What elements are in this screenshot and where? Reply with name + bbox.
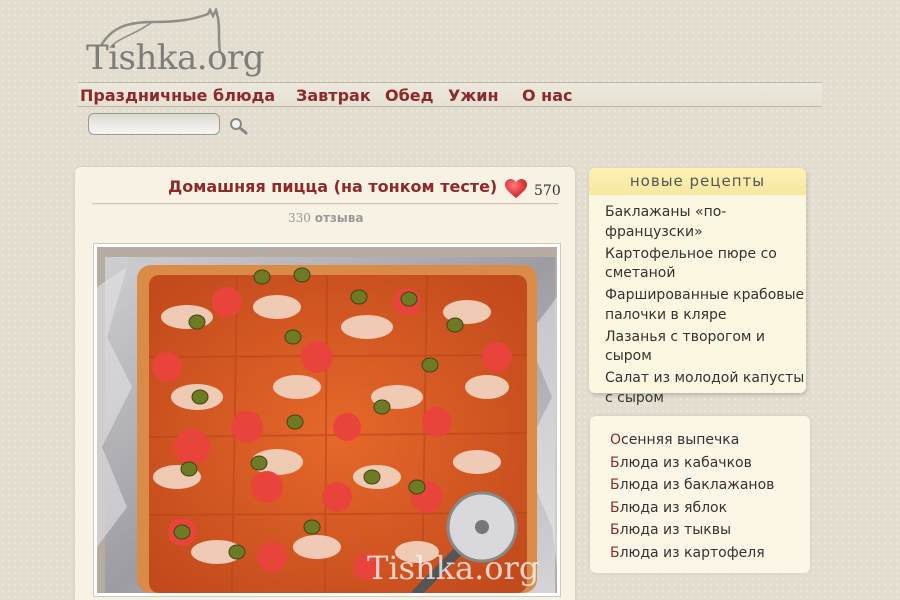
new-recipes-heading: новые рецепты: [589, 168, 806, 195]
nav-item-breakfast[interactable]: Завтрак: [296, 86, 371, 105]
category-item[interactable]: Блюда из кабачков: [610, 452, 800, 475]
category-item[interactable]: Осенняя выпечка: [610, 429, 800, 452]
new-recipe-item[interactable]: Фаршированные крабовые палочки в кляре: [605, 286, 805, 325]
heart-icon[interactable]: [505, 179, 527, 199]
reviews-link[interactable]: 330 отзыва: [288, 211, 363, 225]
reviews-label: отзыва: [314, 211, 364, 225]
logo-text: Tishka.org: [86, 38, 265, 78]
new-recipes-list: Баклажаны «по-французски» Картофельное п…: [605, 203, 805, 411]
main-nav: Праздничные блюда Завтрак Обед Ужин О на…: [78, 82, 822, 107]
new-recipe-item[interactable]: Салат из молодой капусты с сыром: [605, 369, 805, 408]
nav-item-about[interactable]: О нас: [522, 86, 573, 105]
nav-item-dinner[interactable]: Ужин: [448, 86, 499, 105]
title-divider: [92, 203, 558, 205]
new-recipe-item[interactable]: Лазанья с творогом и сыром: [605, 328, 805, 367]
categories-list: Осенняя выпечка Блюда из кабачков Блюда …: [610, 429, 800, 564]
reviews-count: 330: [288, 211, 311, 225]
photo-watermark: Tishka.org: [367, 549, 539, 587]
pizza-photo: Tishka.org: [97, 247, 557, 598]
nav-item-lunch[interactable]: Обед: [385, 86, 434, 105]
category-item[interactable]: Блюда из картофеля: [610, 542, 800, 565]
category-item[interactable]: Блюда из баклажанов: [610, 474, 800, 497]
magnifier-icon[interactable]: [228, 116, 248, 136]
recipe-photo[interactable]: Tishka.org: [93, 243, 561, 598]
search-input[interactable]: [88, 113, 220, 135]
site-logo[interactable]: Tishka.org: [82, 8, 265, 78]
nav-item-holiday[interactable]: Праздничные блюда: [80, 86, 275, 105]
likes-count: 570: [534, 183, 561, 199]
category-item[interactable]: Блюда из яблок: [610, 497, 800, 520]
new-recipe-item[interactable]: Картофельное пюре со сметаной: [605, 245, 805, 284]
new-recipe-item[interactable]: Баклажаны «по-французски»: [605, 203, 805, 242]
recipe-title: Домашняя пицца (на тонком тесте): [168, 177, 498, 196]
category-item[interactable]: Блюда из тыквы: [610, 519, 800, 542]
